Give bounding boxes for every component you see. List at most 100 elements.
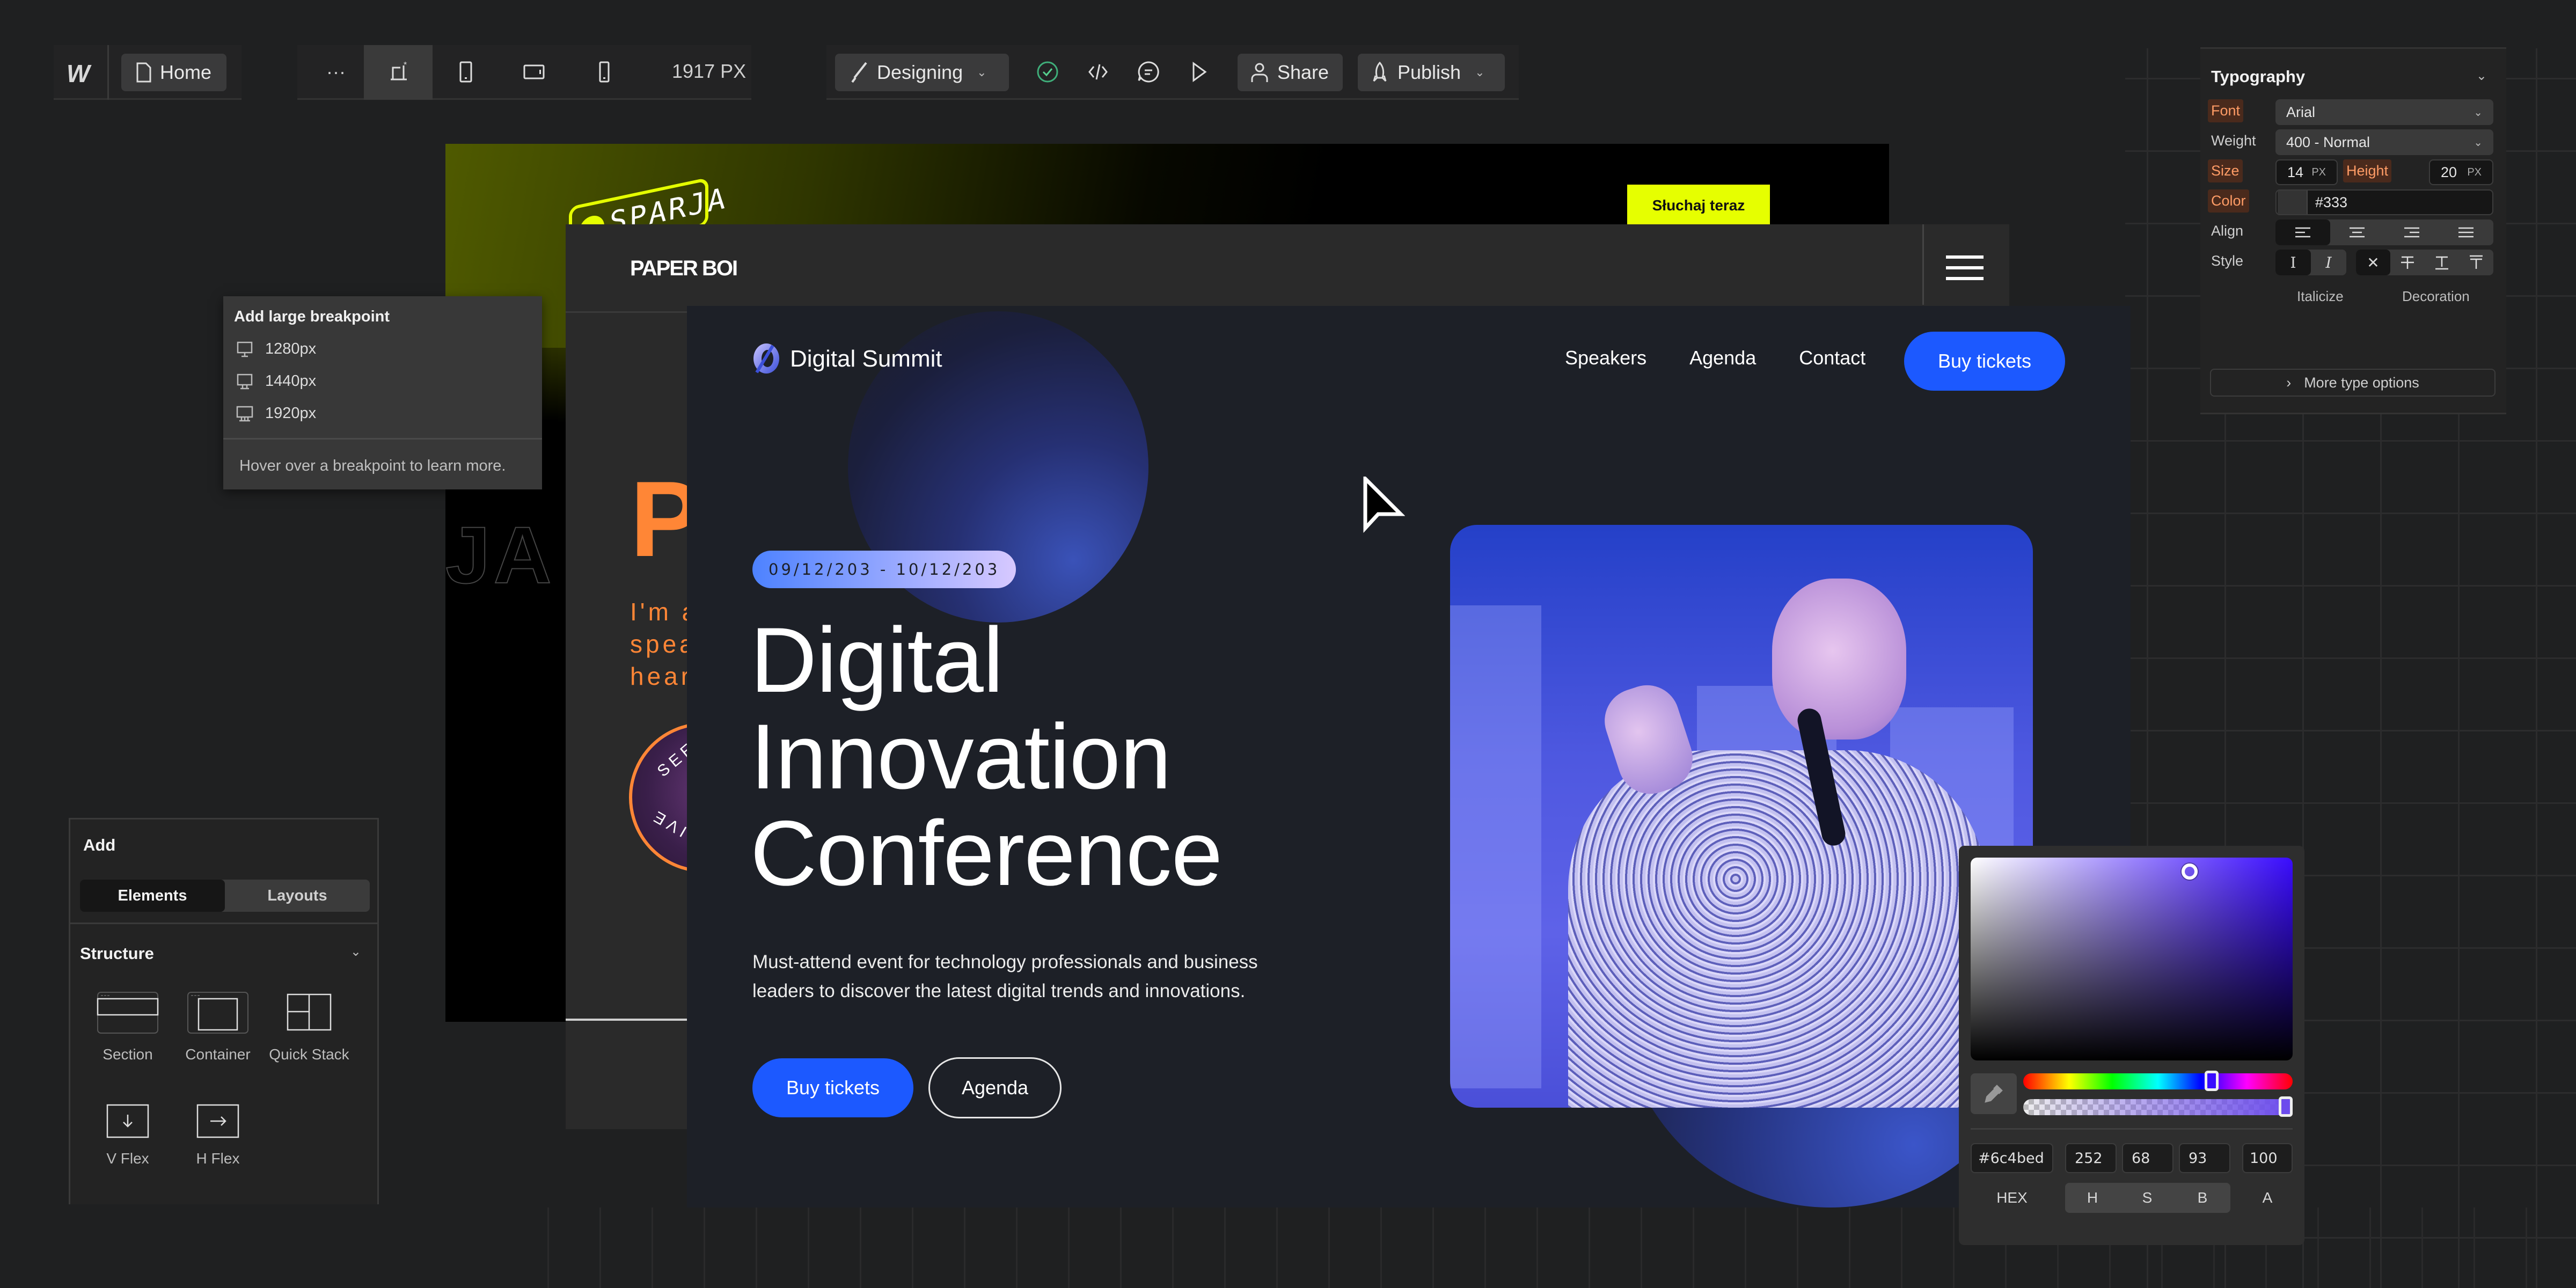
user-icon: [1251, 63, 1268, 82]
underline-icon: [2435, 256, 2448, 270]
element-container[interactable]: Container: [172, 991, 264, 1063]
page-selector-button[interactable]: Home: [121, 54, 227, 91]
color-swatch[interactable]: [2278, 191, 2308, 214]
hero-buy-tickets-button[interactable]: Buy tickets: [752, 1058, 913, 1117]
nav-link-agenda[interactable]: Agenda: [1689, 347, 1756, 369]
monitor-icon: [236, 406, 253, 421]
mode-a-label[interactable]: A: [2242, 1183, 2293, 1213]
overline-button[interactable]: [2459, 250, 2493, 275]
align-left-button[interactable]: [2275, 219, 2330, 245]
photo-bg-panel: [1450, 605, 1541, 1088]
more-type-options-button[interactable]: › More type options: [2210, 369, 2496, 397]
paperboi-logo[interactable]: PAPER BOI: [630, 257, 738, 281]
hero-agenda-button[interactable]: Agenda: [928, 1057, 1062, 1118]
chevron-down-icon: ⌄: [2473, 136, 2483, 149]
align-center-button[interactable]: [2330, 219, 2385, 245]
saturation-input[interactable]: 68: [2122, 1143, 2174, 1173]
photo-speaker-body: [1568, 750, 1987, 1108]
element-section[interactable]: Section: [82, 991, 173, 1063]
color-picker: #6c4bed 252 68 93 100 HEX H S B A: [1959, 846, 2304, 1245]
underline-button[interactable]: [2425, 250, 2459, 275]
breakpoint-option-1280[interactable]: 1280px: [236, 340, 316, 358]
saturation-brightness-area[interactable]: [1971, 858, 2293, 1060]
speaker-photo[interactable]: [1450, 525, 2033, 1108]
element-quick-stack[interactable]: Quick Stack: [264, 991, 355, 1063]
nav-link-contact[interactable]: Contact: [1799, 347, 1865, 369]
chevron-down-icon[interactable]: ⌄: [350, 944, 361, 960]
tab-elements[interactable]: Elements: [80, 880, 225, 912]
element-h-flex[interactable]: H Flex: [172, 1104, 264, 1167]
publish-button[interactable]: Publish ⌄: [1358, 54, 1505, 91]
breakpoint-option-1440[interactable]: 1440px: [236, 372, 316, 390]
eyedropper-button[interactable]: [1971, 1073, 2017, 1114]
hue-slider[interactable]: [2023, 1071, 2293, 1091]
decoration-caption: Decoration: [2402, 288, 2470, 304]
webflow-logo[interactable]: W: [67, 59, 90, 88]
mobile-portrait-breakpoint-icon[interactable]: [588, 56, 620, 88]
element-v-flex[interactable]: V Flex: [82, 1104, 173, 1167]
hex-input[interactable]: #6c4bed: [1971, 1143, 2053, 1173]
share-button[interactable]: Share: [1238, 54, 1343, 91]
typography-panel: Typography ⌄ Font Arial ⌄ Weight 400 - No…: [2200, 47, 2506, 414]
desktop-large-breakpoint-icon[interactable]: *: [383, 56, 415, 88]
listen-now-button[interactable]: Słuchaj teraz: [1627, 185, 1770, 226]
alpha-slider[interactable]: [2023, 1096, 2293, 1117]
italic-button[interactable]: I: [2311, 250, 2346, 275]
event-date-badge: 09/12/203 - 10/12/203: [752, 551, 1016, 588]
mode-s-label[interactable]: S: [2120, 1183, 2175, 1213]
code-icon[interactable]: [1082, 56, 1114, 88]
chevron-down-icon[interactable]: ⌄: [2476, 68, 2487, 84]
saturation-brightness-handle[interactable]: [2182, 863, 2198, 880]
align-justify-button[interactable]: [2439, 219, 2494, 245]
brightness-input[interactable]: 93: [2179, 1143, 2230, 1173]
color-input[interactable]: #333: [2275, 189, 2493, 215]
rocket-icon: [1373, 62, 1387, 82]
share-label: Share: [1277, 61, 1329, 83]
more-options-icon[interactable]: ···: [320, 56, 352, 88]
nav-link-speakers[interactable]: Speakers: [1565, 347, 1646, 369]
footer-line: [566, 1019, 700, 1021]
eyedropper-icon: [1985, 1085, 2003, 1103]
viewport-width-readout[interactable]: 1917 PX: [672, 60, 746, 83]
panel-divider: [70, 923, 377, 924]
align-right-button[interactable]: [2384, 219, 2439, 245]
size-label: Size: [2208, 159, 2243, 182]
strikethrough-button[interactable]: [2390, 250, 2425, 275]
weight-select[interactable]: 400 - Normal ⌄: [2275, 129, 2493, 155]
preview-play-icon[interactable]: [1183, 56, 1215, 88]
mode-selector-button[interactable]: Designing ⌄: [835, 54, 1009, 91]
weight-value: 400 - Normal: [2286, 134, 2370, 150]
chevron-down-icon: ⌄: [1475, 65, 1485, 79]
breakpoint-option-1920[interactable]: 1920px: [236, 405, 316, 422]
published-check-icon[interactable]: [1031, 56, 1064, 88]
digital-summit-logo[interactable]: Digital Summit: [751, 342, 942, 376]
font-value: Arial: [2286, 104, 2316, 120]
hamburger-menu-icon[interactable]: [1946, 255, 1984, 280]
decoration-group: ✕: [2356, 250, 2493, 275]
align-label: Align: [2211, 223, 2244, 239]
mode-h-label[interactable]: H: [2065, 1183, 2120, 1213]
tablet-breakpoint-icon[interactable]: [450, 56, 482, 88]
comment-icon[interactable]: [1132, 56, 1165, 88]
mode-hex-label[interactable]: HEX: [1971, 1183, 2053, 1213]
italic-icon: I: [2325, 253, 2332, 272]
align-left-icon: [2295, 227, 2310, 238]
hue-slider-thumb[interactable]: [2205, 1071, 2219, 1091]
add-panel: Add Elements Layouts Structure ⌄ Section…: [69, 818, 379, 1204]
element-label: Container: [185, 1046, 251, 1063]
mobile-landscape-breakpoint-icon[interactable]: [518, 56, 550, 88]
nav-buy-tickets-button[interactable]: Buy tickets: [1904, 332, 2065, 391]
mode-b-label[interactable]: B: [2175, 1183, 2230, 1213]
tab-layouts[interactable]: Layouts: [225, 880, 370, 912]
hue-input[interactable]: 252: [2065, 1143, 2117, 1173]
upright-button[interactable]: I: [2275, 250, 2311, 275]
font-select[interactable]: Arial ⌄: [2275, 99, 2493, 125]
alpha-input[interactable]: 100: [2242, 1143, 2293, 1173]
alpha-slider-thumb[interactable]: [2279, 1096, 2293, 1117]
breakpoint-label: 1280px: [265, 340, 317, 357]
font-size-input[interactable]: 14 PX: [2275, 159, 2338, 185]
upright-icon: I: [2290, 253, 2296, 272]
line-height-input[interactable]: 20 PX: [2429, 159, 2493, 185]
no-decoration-button[interactable]: ✕: [2356, 250, 2390, 275]
chevron-right-icon: ›: [2286, 374, 2292, 391]
